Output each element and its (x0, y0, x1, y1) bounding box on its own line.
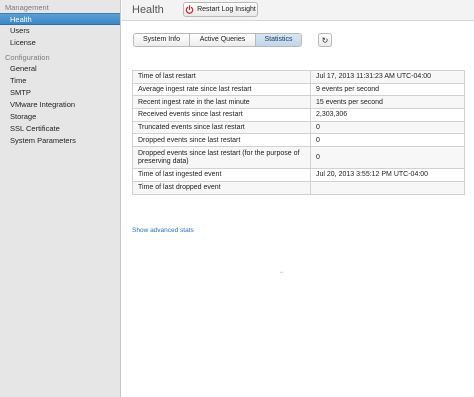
stat-value: 15 events per second (310, 95, 465, 110)
restart-log-insight-button[interactable]: Restart Log Insight (183, 2, 258, 17)
stat-value: Jul 17, 2013 11:31:23 AM UTC-04:00 (310, 70, 465, 84)
stat-label: Time of last dropped event (132, 180, 311, 195)
stat-value: 9 events per second (310, 82, 465, 97)
sidebar-item-license[interactable]: License (0, 37, 120, 49)
sidebar-section-configuration: Configuration (5, 53, 50, 62)
tab-system-info[interactable]: System Info (134, 34, 190, 46)
page-header: Health Restart Log Insight (122, 0, 474, 21)
stat-value: 0 (310, 120, 465, 135)
stat-label: Truncated events since last restart (132, 120, 311, 135)
tab-group: System Info Active Queries Statistics (133, 33, 302, 47)
table-row: Dropped events since last restart 0 (132, 133, 465, 148)
sidebar-section-management: Management (5, 3, 49, 12)
stat-label: Dropped events since last restart (132, 133, 311, 148)
sidebar-item-system-parameters[interactable]: System Parameters (0, 135, 120, 147)
table-row: Time of last ingested event Jul 20, 2013… (132, 168, 465, 182)
restart-button-label: Restart Log Insight (197, 6, 256, 13)
show-advanced-stats-link[interactable]: Show advanced stats (132, 227, 194, 234)
stat-label: Dropped events since last restart (for t… (132, 146, 311, 170)
refresh-icon: ↻ (321, 35, 329, 45)
sidebar-item-vmware-integration[interactable]: VMware Integration (0, 99, 120, 111)
power-icon (185, 5, 194, 14)
stat-label: Recent ingest rate in the last minute (132, 95, 311, 110)
page-title: Health (132, 4, 164, 16)
sidebar-item-users[interactable]: Users (0, 25, 120, 37)
statistics-table: Time of last restart Jul 17, 2013 11:31:… (132, 70, 465, 195)
sidebar-item-storage[interactable]: Storage (0, 111, 120, 123)
stat-value: 0 (310, 146, 465, 170)
stat-label: Average ingest rate since last restart (132, 82, 311, 97)
sidebar-item-health[interactable]: Health (0, 13, 120, 25)
sidebar: Management Health Users License Configur… (0, 0, 121, 397)
loading-indicator-icon: ⌃ (279, 272, 285, 278)
table-row: Dropped events since last restart (for t… (132, 146, 465, 170)
tab-active-queries[interactable]: Active Queries (190, 34, 256, 46)
stat-value: Jul 20, 2013 3:55:12 PM UTC-04:00 (310, 168, 465, 182)
sidebar-item-general[interactable]: General (0, 63, 120, 75)
stat-value (310, 180, 465, 195)
sidebar-item-ssl-certificate[interactable]: SSL Certificate (0, 123, 120, 135)
stat-label: Time of last restart (132, 70, 311, 84)
table-row: Truncated events since last restart 0 (132, 120, 465, 135)
table-row: Average ingest rate since last restart 9… (132, 82, 465, 97)
table-row: Time of last restart Jul 17, 2013 11:31:… (132, 70, 465, 84)
stat-value: 0 (310, 133, 465, 148)
stat-label: Received events since last restart (132, 108, 311, 122)
tab-statistics[interactable]: Statistics (256, 34, 301, 46)
stat-value: 2,303,306 (310, 108, 465, 122)
refresh-button[interactable]: ↻ (318, 33, 332, 47)
sidebar-item-smtp[interactable]: SMTP (0, 87, 120, 99)
table-row: Time of last dropped event (132, 180, 465, 195)
sidebar-item-time[interactable]: Time (0, 75, 120, 87)
table-row: Recent ingest rate in the last minute 15… (132, 95, 465, 110)
stat-label: Time of last ingested event (132, 168, 311, 182)
table-row: Received events since last restart 2,303… (132, 108, 465, 122)
